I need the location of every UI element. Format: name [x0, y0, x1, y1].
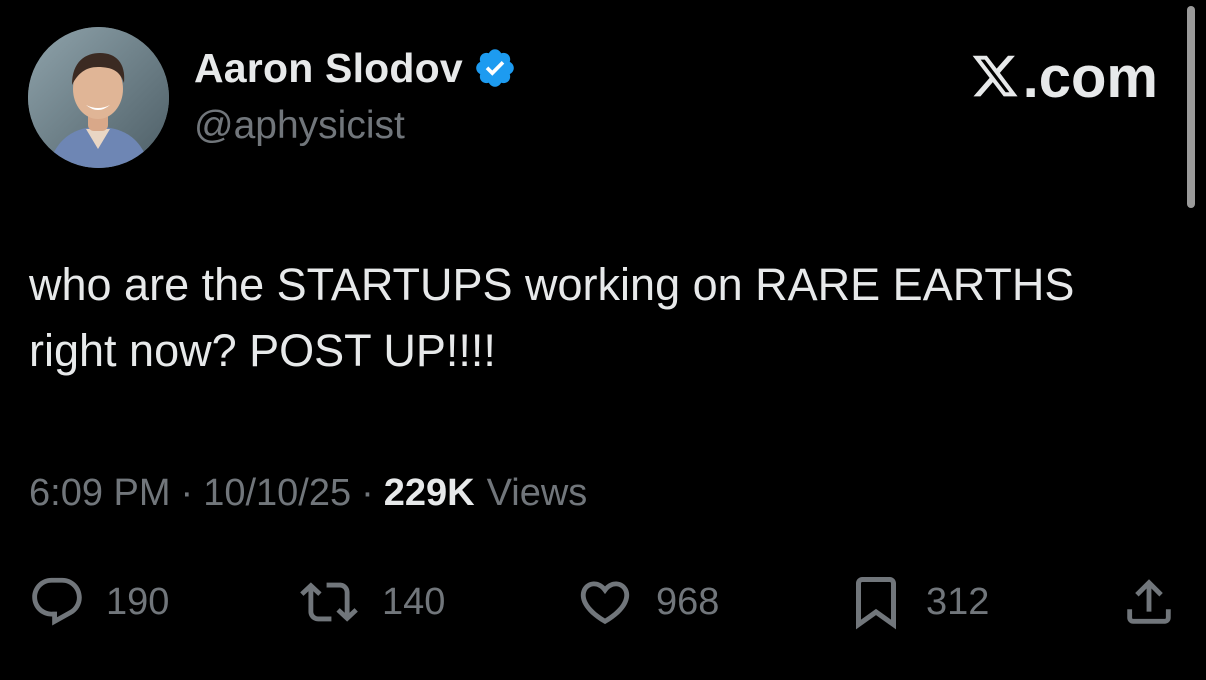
- avatar[interactable]: [28, 27, 169, 168]
- scrollbar[interactable]: [1187, 6, 1195, 208]
- repost-count: 140: [382, 580, 446, 623]
- repost-button[interactable]: 140: [296, 570, 445, 634]
- author-display-name[interactable]: Aaron Slodov: [194, 45, 463, 92]
- tweet-date[interactable]: 10/10/25: [203, 472, 351, 515]
- brand-domain-label: .com: [1022, 45, 1158, 110]
- views-label: Views: [486, 472, 588, 514]
- meta-separator: ·: [180, 472, 194, 514]
- views-count[interactable]: 229K: [384, 472, 475, 515]
- repost-icon: [300, 582, 358, 622]
- action-bar: 190 140 968 312: [0, 570, 1206, 634]
- bookmark-button[interactable]: 312: [846, 570, 989, 634]
- bookmark-icon: [856, 577, 896, 630]
- x-logo-icon: [969, 48, 1021, 98]
- verified-badge-icon[interactable]: [473, 46, 517, 90]
- share-button[interactable]: [1120, 570, 1178, 634]
- meta-separator: ·: [361, 472, 374, 514]
- reply-button[interactable]: 190: [28, 570, 169, 634]
- bookmark-count: 312: [926, 580, 990, 623]
- avatar-photo: [28, 27, 169, 168]
- like-count: 968: [656, 580, 720, 623]
- share-icon: [1127, 579, 1171, 624]
- brand-watermark: .com: [969, 44, 1158, 111]
- tweet-time[interactable]: 6:09 PM: [29, 472, 171, 515]
- tweet-meta: 6:09 PM · 10/10/25 · 229K Views: [29, 472, 587, 515]
- like-button[interactable]: 968: [574, 570, 719, 634]
- reply-icon: [32, 577, 82, 626]
- heart-icon: [580, 581, 630, 625]
- author-handle[interactable]: @aphysicist: [194, 104, 405, 148]
- tweet-text: who are the STARTUPS working on RARE EAR…: [29, 259, 1075, 376]
- reply-count: 190: [106, 580, 170, 623]
- author-name-row: Aaron Slodov: [194, 40, 517, 96]
